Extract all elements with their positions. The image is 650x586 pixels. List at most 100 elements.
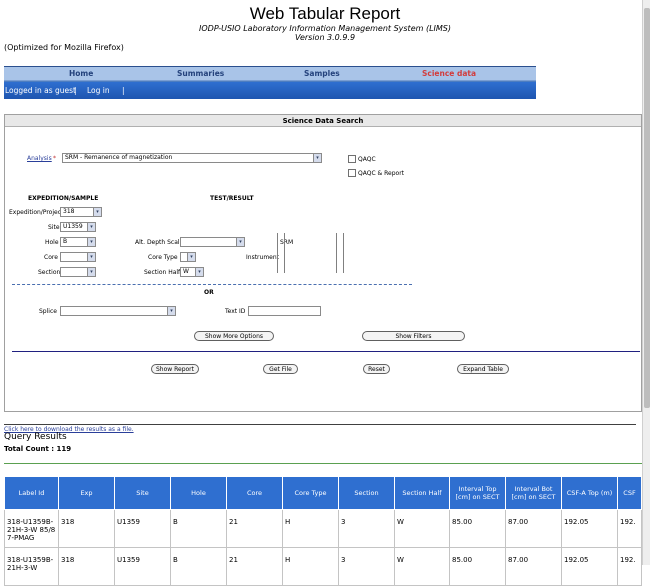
page-subtitle: IODP-USIO Laboratory Information Managem… (199, 24, 451, 33)
table-cell: 21 (226, 509, 283, 548)
page-header: Web Tabular Report IODP-USIO Laboratory … (0, 0, 650, 62)
show-more-options-button[interactable]: Show More Options (194, 331, 274, 341)
table-cell: 192. (617, 509, 642, 548)
col-header[interactable]: Hole (170, 476, 227, 510)
table-cell: 3 (338, 547, 395, 586)
query-results-heading: Query Results (4, 432, 67, 442)
section-half-select[interactable]: W ▾ (180, 267, 204, 277)
instrument-list[interactable] (336, 233, 344, 273)
hole-select[interactable]: B ▾ (60, 237, 96, 247)
alt-depth-label: Alt. Depth Scale (135, 239, 184, 246)
show-report-button[interactable]: Show Report (151, 364, 199, 374)
core-label: Core (44, 254, 58, 261)
science-data-search-panel: Science Data Search Analysis * SRM - Rem… (4, 114, 642, 412)
reset-button[interactable]: Reset (363, 364, 390, 374)
table-cell: B (170, 547, 227, 586)
instrument-list-left (277, 233, 285, 273)
total-count: Total Count : 119 (4, 445, 72, 453)
panel-title: Science Data Search (5, 115, 641, 127)
expedition-select[interactable]: 318 ▾ (60, 207, 102, 217)
nav-samples[interactable]: Samples (304, 69, 340, 78)
table-cell: 85.00 (449, 509, 506, 548)
col-header[interactable]: Exp (58, 476, 115, 510)
scrollbar-thumb[interactable] (644, 8, 650, 408)
table-cell: 85.00 (449, 547, 506, 586)
results-table: Label Id Exp Site Hole Core Core Type Se… (4, 476, 642, 586)
chevron-down-icon: ▾ (87, 238, 95, 246)
table-row: 318-U1359B-21H-3-W 85/87-PMAG 318 U1359 … (4, 509, 642, 548)
alt-depth-select[interactable]: ▾ (180, 237, 245, 247)
logged-in-status: Logged in as guest (5, 86, 77, 95)
vertical-scrollbar[interactable] (642, 0, 650, 565)
col-header[interactable]: Core (226, 476, 283, 510)
chevron-down-icon: ▾ (236, 238, 244, 246)
analysis-label[interactable]: Analysis (27, 155, 52, 162)
col-header[interactable]: Section Half (394, 476, 450, 510)
text-id-input[interactable] (248, 306, 321, 316)
browser-note: (Optimized for Mozilla Firefox) (4, 43, 124, 52)
required-star: * (53, 155, 56, 162)
col-header[interactable]: Interval Top [cm] on SECT (449, 476, 506, 510)
core-select[interactable]: ▾ (60, 252, 96, 262)
hole-label: Hole (45, 239, 59, 246)
section-label: Section (38, 269, 61, 276)
core-type-select[interactable]: ▾ (180, 252, 196, 262)
table-cell: W (394, 509, 450, 548)
chevron-down-icon: ▾ (313, 154, 321, 162)
qaqc-checkbox[interactable] (348, 155, 356, 163)
login-separator: | (74, 86, 77, 95)
nav-menu: Home Summaries Samples Science data (4, 67, 536, 81)
panel-divider (12, 351, 640, 352)
table-row: 318-U1359B-21H-3-W 318 U1359 B 21 H 3 W … (4, 547, 642, 586)
test-section-heading: TEST/RESULT (210, 195, 254, 202)
analysis-select[interactable]: SRM - Remanence of magnetization ▾ (62, 153, 322, 163)
splice-select[interactable]: ▾ (60, 306, 176, 316)
divider (12, 284, 412, 285)
col-header[interactable]: Site (114, 476, 171, 510)
show-filters-button[interactable]: Show Filters (362, 331, 465, 341)
section-half-label: Section Half (144, 269, 181, 276)
nav-bar: Home Summaries Samples Science data Logg… (4, 66, 536, 99)
col-header[interactable]: Core Type (282, 476, 339, 510)
col-header[interactable]: CSF (617, 476, 642, 510)
site-label: Site (48, 224, 60, 231)
site-select[interactable]: U1359 ▾ (60, 222, 96, 232)
col-header[interactable]: CSF-A Top (m) (561, 476, 618, 510)
nav-summaries[interactable]: Summaries (177, 69, 224, 78)
qaqc-report-checkbox[interactable] (348, 169, 356, 177)
chevron-down-icon: ▾ (195, 268, 203, 276)
table-cell: 318-U1359B-21H-3-W 85/87-PMAG (4, 509, 59, 548)
col-header[interactable]: Section (338, 476, 395, 510)
col-header[interactable]: Label Id (4, 476, 59, 510)
nav-home[interactable]: Home (69, 69, 93, 78)
section-select[interactable]: ▾ (60, 267, 96, 277)
table-cell: 21 (226, 547, 283, 586)
table-cell: B (170, 509, 227, 548)
table-cell: H (282, 509, 339, 548)
table-cell: 192.05 (561, 509, 618, 548)
splice-label: Splice (39, 308, 57, 315)
table-cell: 318 (58, 547, 115, 586)
table-cell: 87.00 (505, 547, 562, 586)
results-divider (4, 424, 636, 425)
login-link[interactable]: Log in (87, 86, 110, 95)
expand-table-button[interactable]: Expand Table (457, 364, 509, 374)
login-separator-2: | (122, 86, 125, 95)
table-cell: 318 (58, 509, 115, 548)
get-file-button[interactable]: Get File (263, 364, 298, 374)
or-label: OR (204, 289, 214, 296)
nav-science-data[interactable]: Science data (422, 69, 476, 78)
table-cell: 192.05 (561, 547, 618, 586)
login-bar: Logged in as guest | Log in | (4, 82, 536, 99)
expedition-section-heading: EXPEDITION/SAMPLE (28, 195, 99, 202)
core-type-label: Core Type (148, 254, 178, 261)
table-cell: U1359 (114, 509, 171, 548)
expedition-label: Expedition/Project (9, 209, 64, 216)
col-header[interactable]: Interval Bot [cm] on SECT (505, 476, 562, 510)
results-divider-green (4, 463, 642, 464)
page-title: Web Tabular Report (249, 4, 401, 23)
qaqc-report-label: QAQC & Report (358, 170, 405, 177)
table-cell: 87.00 (505, 509, 562, 548)
chevron-down-icon: ▾ (187, 253, 195, 261)
table-cell: 318-U1359B-21H-3-W (4, 547, 59, 586)
